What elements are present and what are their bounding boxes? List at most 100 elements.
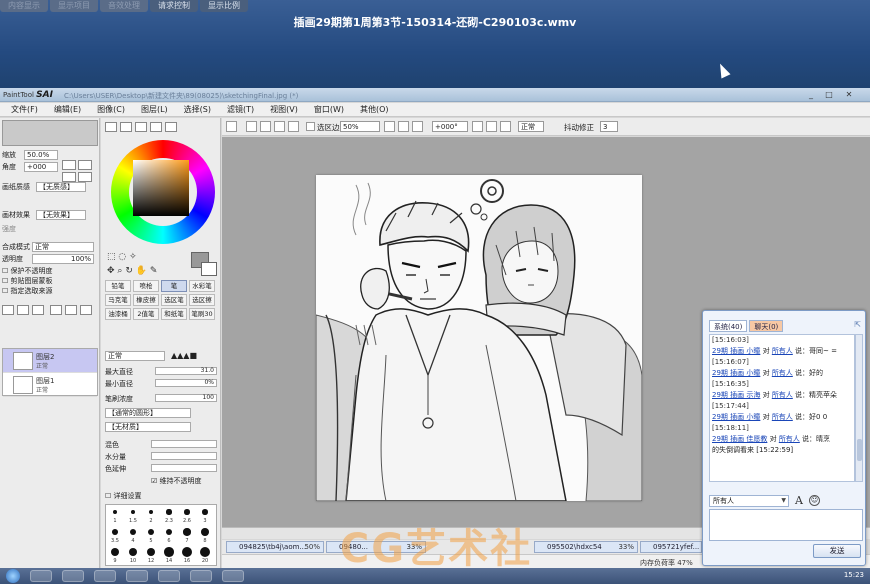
hide-selection-icon[interactable] bbox=[260, 121, 271, 132]
taskbar-app-icon[interactable] bbox=[158, 570, 180, 582]
opacity-slider[interactable]: 100% bbox=[32, 254, 94, 264]
brush-shape-select[interactable]: 【通常的圆形】 bbox=[105, 408, 191, 418]
start-button[interactable] bbox=[6, 569, 20, 583]
brush-size-preset[interactable]: 1.5 bbox=[124, 505, 142, 525]
zoom-reset-icon[interactable] bbox=[412, 121, 423, 132]
clear-layer-icon[interactable] bbox=[65, 305, 77, 315]
brush-size-preset[interactable]: 3.5 bbox=[106, 525, 124, 545]
chat-scroll-thumb[interactable] bbox=[857, 439, 862, 461]
brush-size-preset[interactable]: 6 bbox=[160, 525, 178, 545]
detail-settings-checkbox[interactable]: ☐ bbox=[105, 492, 114, 500]
brush-size-preset[interactable]: 8 bbox=[196, 525, 214, 545]
zoom-in-icon[interactable] bbox=[398, 121, 409, 132]
brush-size-preset[interactable]: 2.6 bbox=[178, 505, 196, 525]
player-tab-items[interactable]: 显示项目 bbox=[50, 0, 98, 12]
player-tab-audio[interactable]: 音效处理 bbox=[100, 0, 148, 12]
chat-collapse-icon[interactable]: ⇱ bbox=[854, 320, 861, 329]
recipient-select[interactable]: 所有人 ▼ bbox=[709, 495, 789, 507]
drawing-canvas[interactable] bbox=[316, 175, 642, 501]
close-icon[interactable]: ✕ bbox=[842, 89, 856, 100]
chat-message-recipient[interactable]: 所有人 bbox=[772, 413, 793, 421]
menu-window[interactable]: 窗口(W) bbox=[309, 104, 349, 115]
maximize-icon[interactable]: □ bbox=[822, 89, 836, 100]
move-icon[interactable]: ✥ bbox=[107, 266, 115, 276]
send-button[interactable]: 发送 bbox=[813, 544, 861, 558]
chat-message-recipient[interactable]: 所有人 bbox=[772, 347, 793, 355]
zoom-select[interactable]: 50% bbox=[340, 121, 380, 132]
swatches-toggle[interactable] bbox=[165, 122, 177, 132]
menu-file[interactable]: 文件(F) bbox=[6, 104, 43, 115]
taskbar-app-icon[interactable] bbox=[94, 570, 116, 582]
tool-select-eraser[interactable]: 选区擦 bbox=[189, 294, 215, 306]
tool-bucket[interactable]: 油漆桶 bbox=[105, 308, 131, 320]
taskbar-app-icon[interactable] bbox=[30, 570, 52, 582]
tool-select-pen[interactable]: 选区笔 bbox=[161, 294, 187, 306]
brush-size-preset[interactable]: 3 bbox=[196, 505, 214, 525]
clipping-group-checkbox[interactable]: ☐ bbox=[2, 277, 11, 285]
tool-brush[interactable]: 笔 bbox=[161, 280, 187, 292]
menu-filter[interactable]: 滤镜(T) bbox=[222, 104, 259, 115]
document-tab[interactable]: 094825\tb4j\aom... 50% bbox=[226, 541, 324, 553]
chat-message-user[interactable]: 29期 插画 小瞳 bbox=[712, 347, 760, 355]
chat-message-recipient[interactable]: 所有人 bbox=[772, 391, 793, 399]
chat-input[interactable] bbox=[709, 509, 863, 541]
rotate-icon[interactable]: ↻ bbox=[125, 266, 133, 276]
lasso-icon[interactable]: ◌ bbox=[118, 252, 126, 262]
angle-value[interactable]: +000 bbox=[24, 162, 58, 172]
player-tab-request[interactable]: 请求控制 bbox=[150, 0, 198, 12]
water-slider[interactable] bbox=[151, 452, 217, 460]
minimize-icon[interactable]: _ bbox=[804, 89, 818, 100]
rect-select-icon[interactable]: ⬚ bbox=[107, 252, 116, 262]
brush-shape-icons[interactable]: ▲▲▲■ bbox=[171, 351, 197, 360]
taskbar-app-icon[interactable] bbox=[126, 570, 148, 582]
brush-size-preset[interactable]: 4 bbox=[124, 525, 142, 545]
density-slider[interactable]: 100 bbox=[155, 394, 217, 402]
delete-layer-icon[interactable] bbox=[80, 305, 92, 315]
brush-size-preset[interactable]: 16 bbox=[178, 545, 196, 565]
chat-scrollbar[interactable] bbox=[855, 334, 863, 482]
deselect-icon[interactable] bbox=[226, 121, 237, 132]
rotate-left-icon[interactable] bbox=[472, 121, 483, 132]
mode-select[interactable]: 正常 bbox=[518, 121, 544, 132]
rgb-slider-toggle[interactable] bbox=[120, 122, 132, 132]
brush-size-preset[interactable]: 14 bbox=[160, 545, 178, 565]
document-tab[interactable]: 095721yfef... bbox=[640, 541, 702, 553]
tool-watercolor[interactable]: 水彩笔 bbox=[189, 280, 215, 292]
taskbar-app-icon[interactable] bbox=[62, 570, 84, 582]
brush-size-preset[interactable]: 9 bbox=[106, 545, 124, 565]
menu-edit[interactable]: 编辑(E) bbox=[49, 104, 86, 115]
menu-view[interactable]: 视图(V) bbox=[265, 104, 303, 115]
rotate-reset-icon[interactable] bbox=[500, 121, 511, 132]
keep-opacity-checkbox[interactable]: ☑ bbox=[151, 477, 160, 485]
new-mask-icon[interactable] bbox=[32, 305, 44, 315]
hand-icon[interactable]: ✋ bbox=[136, 266, 147, 276]
magic-wand-icon[interactable]: ✧ bbox=[129, 252, 137, 262]
merge-down-icon[interactable] bbox=[50, 305, 62, 315]
zoom-value[interactable]: 50.0% bbox=[24, 150, 58, 160]
brush-size-preset[interactable]: 20 bbox=[196, 545, 214, 565]
layer-item[interactable]: 图层1 正常 bbox=[3, 373, 97, 397]
color-mix-toggle[interactable] bbox=[150, 122, 162, 132]
layer-item[interactable]: 图层2 正常 bbox=[3, 349, 97, 373]
brush-size-preset[interactable]: 12 bbox=[142, 545, 160, 565]
zoom-icon[interactable]: ⌕ bbox=[117, 266, 122, 276]
chat-message-user[interactable]: 29期 插画 示海 bbox=[712, 391, 760, 399]
menu-image[interactable]: 图像(C) bbox=[92, 104, 130, 115]
tool-airbrush[interactable]: 喷枪 bbox=[133, 280, 159, 292]
protect-opacity-checkbox[interactable]: ☐ bbox=[2, 267, 11, 275]
new-folder-icon[interactable] bbox=[17, 305, 29, 315]
brush-texture-select[interactable]: 【无材质】 bbox=[105, 422, 191, 432]
new-layer-icon[interactable] bbox=[2, 305, 14, 315]
rotate-cw-button[interactable] bbox=[78, 172, 92, 182]
menu-select[interactable]: 选择(S) bbox=[179, 104, 216, 115]
taskbar-app-icon[interactable] bbox=[190, 570, 212, 582]
tool-washi-pen[interactable]: 和纸笔 bbox=[161, 308, 187, 320]
paper-effect-select[interactable]: 【无效果】 bbox=[36, 210, 86, 220]
chat-message-user[interactable]: 29期 插画 小瞳 bbox=[712, 413, 760, 421]
menu-layer[interactable]: 图层(L) bbox=[136, 104, 173, 115]
brush-size-preset[interactable]: 2.3 bbox=[160, 505, 178, 525]
background-color-swatch[interactable] bbox=[201, 262, 217, 276]
brush-size-preset[interactable]: 5 bbox=[142, 525, 160, 545]
brush-size-preset[interactable]: 1 bbox=[106, 505, 124, 525]
player-tab-content[interactable]: 内容显示 bbox=[0, 0, 48, 12]
